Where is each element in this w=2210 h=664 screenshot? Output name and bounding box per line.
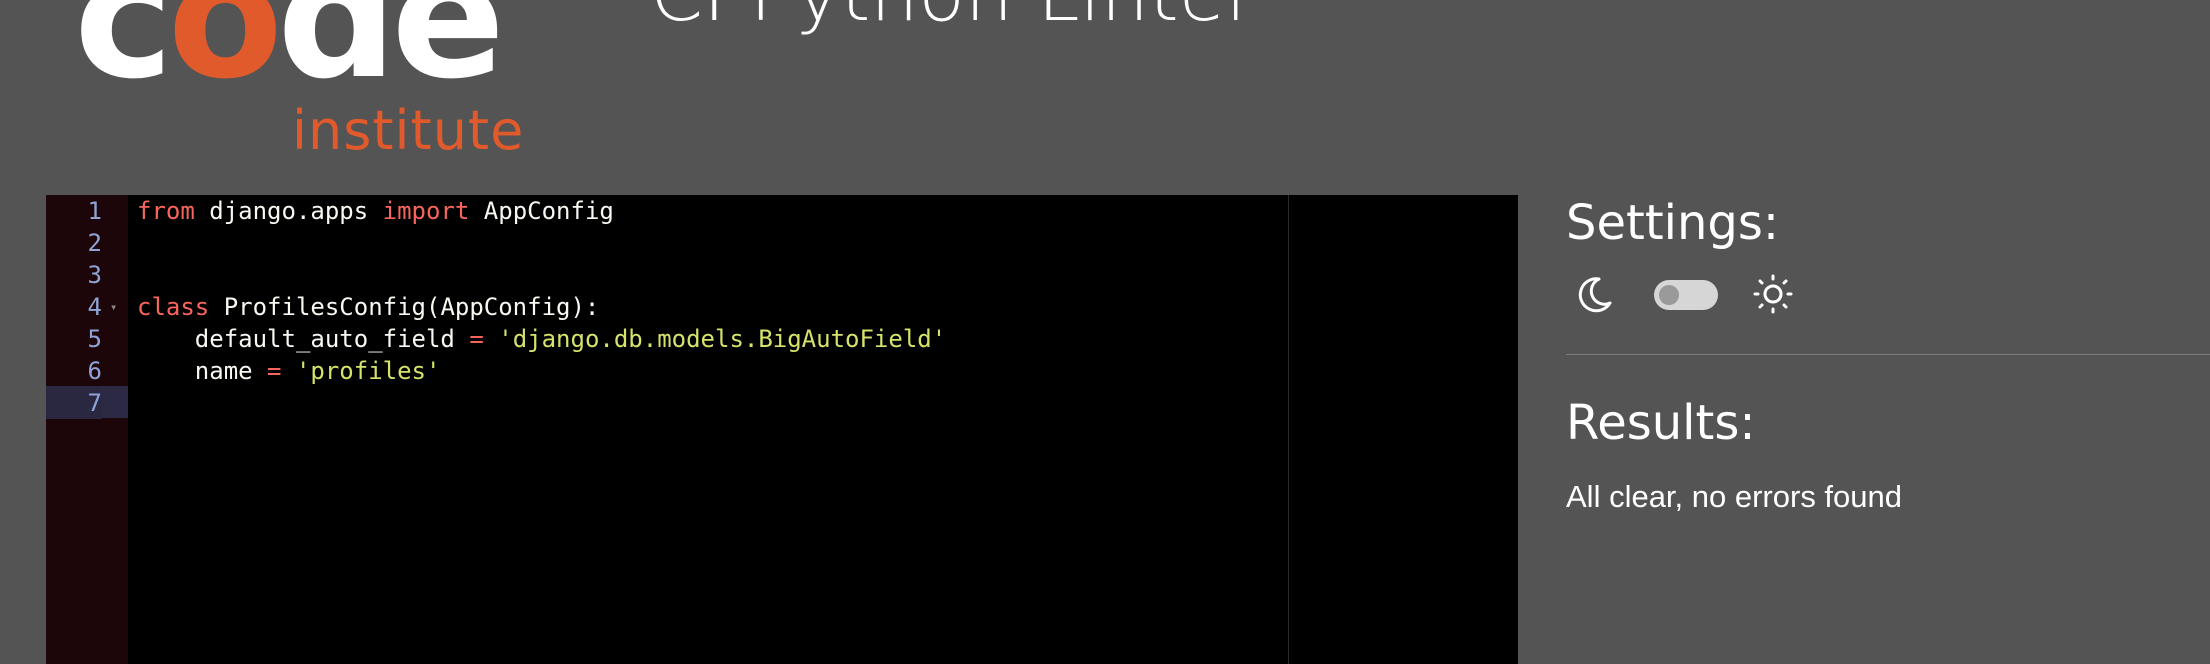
- line-number: 2: [87, 229, 102, 257]
- code-editor[interactable]: 1 2 3 4 5 6 7 ▾ from django.apps import AppConf…: [46, 195, 1518, 664]
- code-token: 'profiles': [295, 357, 441, 385]
- code-token: import: [382, 197, 470, 225]
- line-number: 6: [87, 357, 102, 385]
- settings-heading: Settings:: [1566, 195, 1780, 251]
- code-token: class: [137, 293, 210, 321]
- line-number: 4: [87, 293, 102, 321]
- code-line[interactable]: from django.apps import AppConfig: [137, 195, 614, 227]
- theme-toggle[interactable]: [1654, 280, 1718, 310]
- code-token: 'django.db.models.BigAutoField': [498, 325, 947, 353]
- code-line[interactable]: name = 'profiles': [137, 355, 441, 387]
- settings-divider: [1566, 354, 2210, 355]
- code-token: default_auto_field: [137, 325, 470, 353]
- code-institute-logo: code institute: [74, 0, 524, 160]
- code-token: django.apps: [194, 197, 383, 225]
- sun-icon: [1753, 274, 1793, 314]
- fold-arrow-icon[interactable]: ▾: [110, 291, 117, 323]
- code-line[interactable]: default_auto_field = 'django.db.models.B…: [137, 323, 946, 355]
- code-token: =: [267, 357, 282, 385]
- theme-toggle-knob: [1659, 285, 1679, 305]
- line-number: 1: [87, 197, 102, 225]
- print-margin: [1288, 195, 1289, 664]
- line-number: 5: [87, 325, 102, 353]
- code-token: name: [137, 357, 268, 385]
- logo-wordmark: code: [74, 0, 505, 116]
- results-message: All clear, no errors found: [1566, 479, 1903, 514]
- theme-switcher: [1566, 269, 1866, 319]
- code-token: =: [469, 325, 484, 353]
- logo-subtitle: institute: [292, 99, 525, 162]
- line-number: 3: [87, 261, 102, 289]
- code-token: from: [137, 197, 195, 225]
- results-heading: Results:: [1566, 395, 1756, 451]
- moon-icon: [1578, 277, 1612, 313]
- code-token: AppConfig: [469, 197, 614, 225]
- line-number: 7: [46, 387, 102, 419]
- code-token: ProfilesConfig(AppConfig):: [209, 293, 600, 321]
- code-line[interactable]: class ProfilesConfig(AppConfig):: [137, 291, 599, 323]
- page-title: CI Python Linter: [650, 0, 1257, 39]
- editor-gutter: 1 2 3 4 5 6 7 ▾: [46, 195, 128, 664]
